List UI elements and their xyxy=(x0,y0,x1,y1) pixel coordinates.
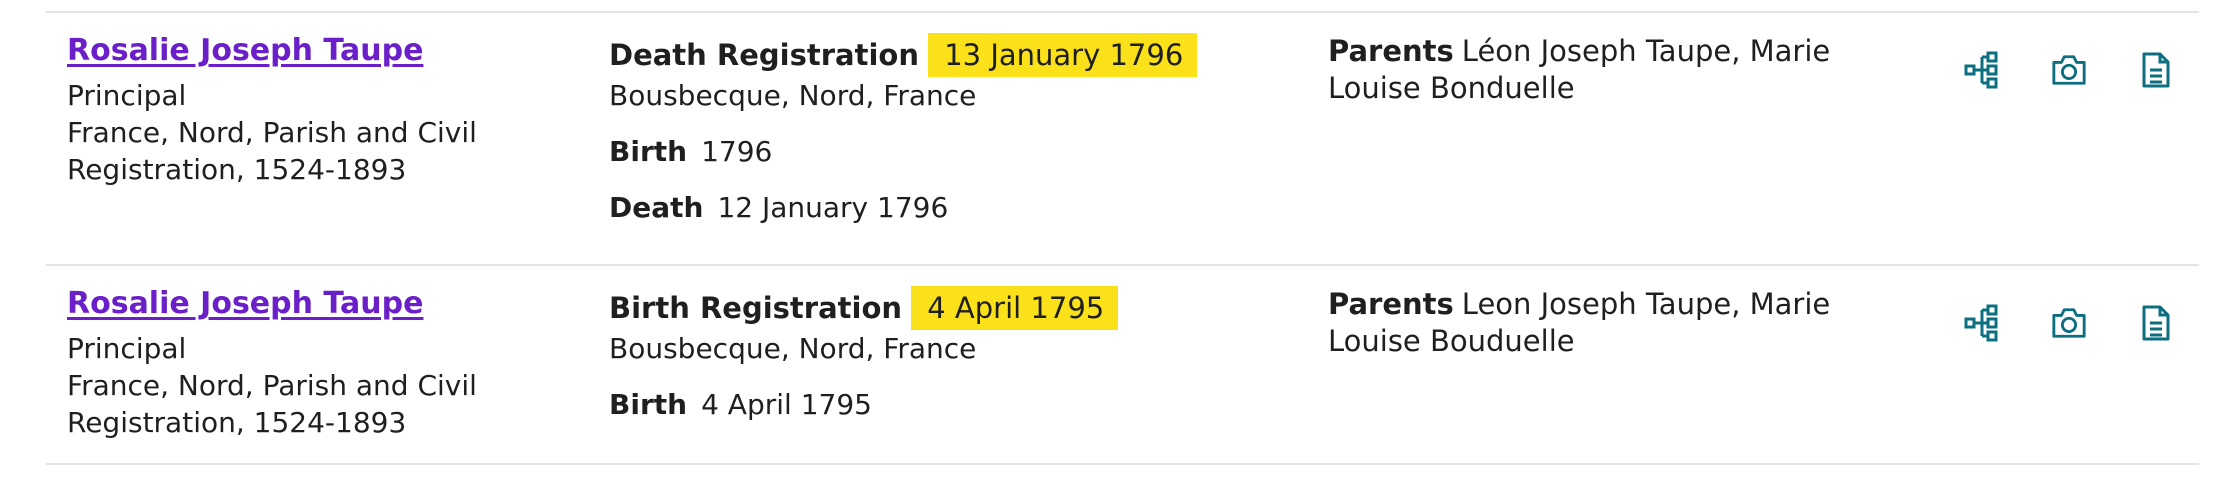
fact-label: Birth xyxy=(609,135,688,168)
tree-icon[interactable] xyxy=(1964,51,2000,89)
relation-label: Parents xyxy=(1328,34,1454,68)
fact-label: Birth xyxy=(609,388,688,421)
event-cell: Death Registration 13 January 1796 Bousb… xyxy=(609,33,1289,226)
search-results-list: Rosalie Joseph Taupe Principal France, N… xyxy=(46,11,2199,465)
collection-text: France, Nord, Parish and Civil Registrat… xyxy=(67,369,477,439)
document-icon[interactable] xyxy=(2138,304,2174,342)
event-label: Death Registration xyxy=(609,38,919,72)
row-actions xyxy=(1964,304,2174,342)
camera-icon[interactable] xyxy=(2051,51,2087,89)
event-heading: Birth Registration 4 April 1795 xyxy=(609,286,1289,330)
document-icon[interactable] xyxy=(2138,51,2174,89)
parents-text: Parents Léon Joseph Taupe, Marie Louise B… xyxy=(1328,33,1848,107)
relationship-cell: Parents Léon Joseph Taupe, Marie Louise B… xyxy=(1328,33,1848,107)
fact-value: 1796 xyxy=(701,135,773,168)
person-cell: Rosalie Joseph Taupe Principal France, N… xyxy=(67,33,567,188)
parents-text: Parents Leon Joseph Taupe, Marie Louise B… xyxy=(1328,286,1848,360)
relationship-cell: Parents Leon Joseph Taupe, Marie Louise B… xyxy=(1328,286,1848,360)
person-name-link[interactable]: Rosalie Joseph Taupe xyxy=(67,286,423,322)
camera-icon[interactable] xyxy=(2051,304,2087,342)
person-name-link[interactable]: Rosalie Joseph Taupe xyxy=(67,33,423,69)
person-cell: Rosalie Joseph Taupe Principal France, N… xyxy=(67,286,567,441)
event-heading: Death Registration 13 January 1796 xyxy=(609,33,1289,77)
fact-value: 12 January 1796 xyxy=(717,191,949,224)
collection-text: France, Nord, Parish and Civil Registrat… xyxy=(67,116,477,186)
row-actions xyxy=(1964,51,2174,89)
table-row: Rosalie Joseph Taupe Principal France, N… xyxy=(46,266,2199,465)
tree-icon[interactable] xyxy=(1964,304,2000,342)
event-date-highlight: 4 April 1795 xyxy=(911,286,1119,330)
fact-value: 4 April 1795 xyxy=(701,388,872,421)
fact-label: Death xyxy=(609,191,704,224)
event-place: Bousbecque, Nord, France xyxy=(609,332,977,365)
event-place: Bousbecque, Nord, France xyxy=(609,79,977,112)
fact-death: Death 12 January 1796 xyxy=(609,190,1289,226)
role-text: Principal xyxy=(67,332,187,365)
role-text: Principal xyxy=(67,79,187,112)
fact-birth: Birth 4 April 1795 xyxy=(609,387,1289,423)
event-cell: Birth Registration 4 April 1795 Bousbecq… xyxy=(609,286,1289,423)
fact-birth: Birth 1796 xyxy=(609,134,1289,170)
relation-label: Parents xyxy=(1328,287,1454,321)
table-row: Rosalie Joseph Taupe Principal France, N… xyxy=(46,13,2199,266)
event-date-highlight: 13 January 1796 xyxy=(928,33,1198,77)
event-label: Birth Registration xyxy=(609,291,903,325)
